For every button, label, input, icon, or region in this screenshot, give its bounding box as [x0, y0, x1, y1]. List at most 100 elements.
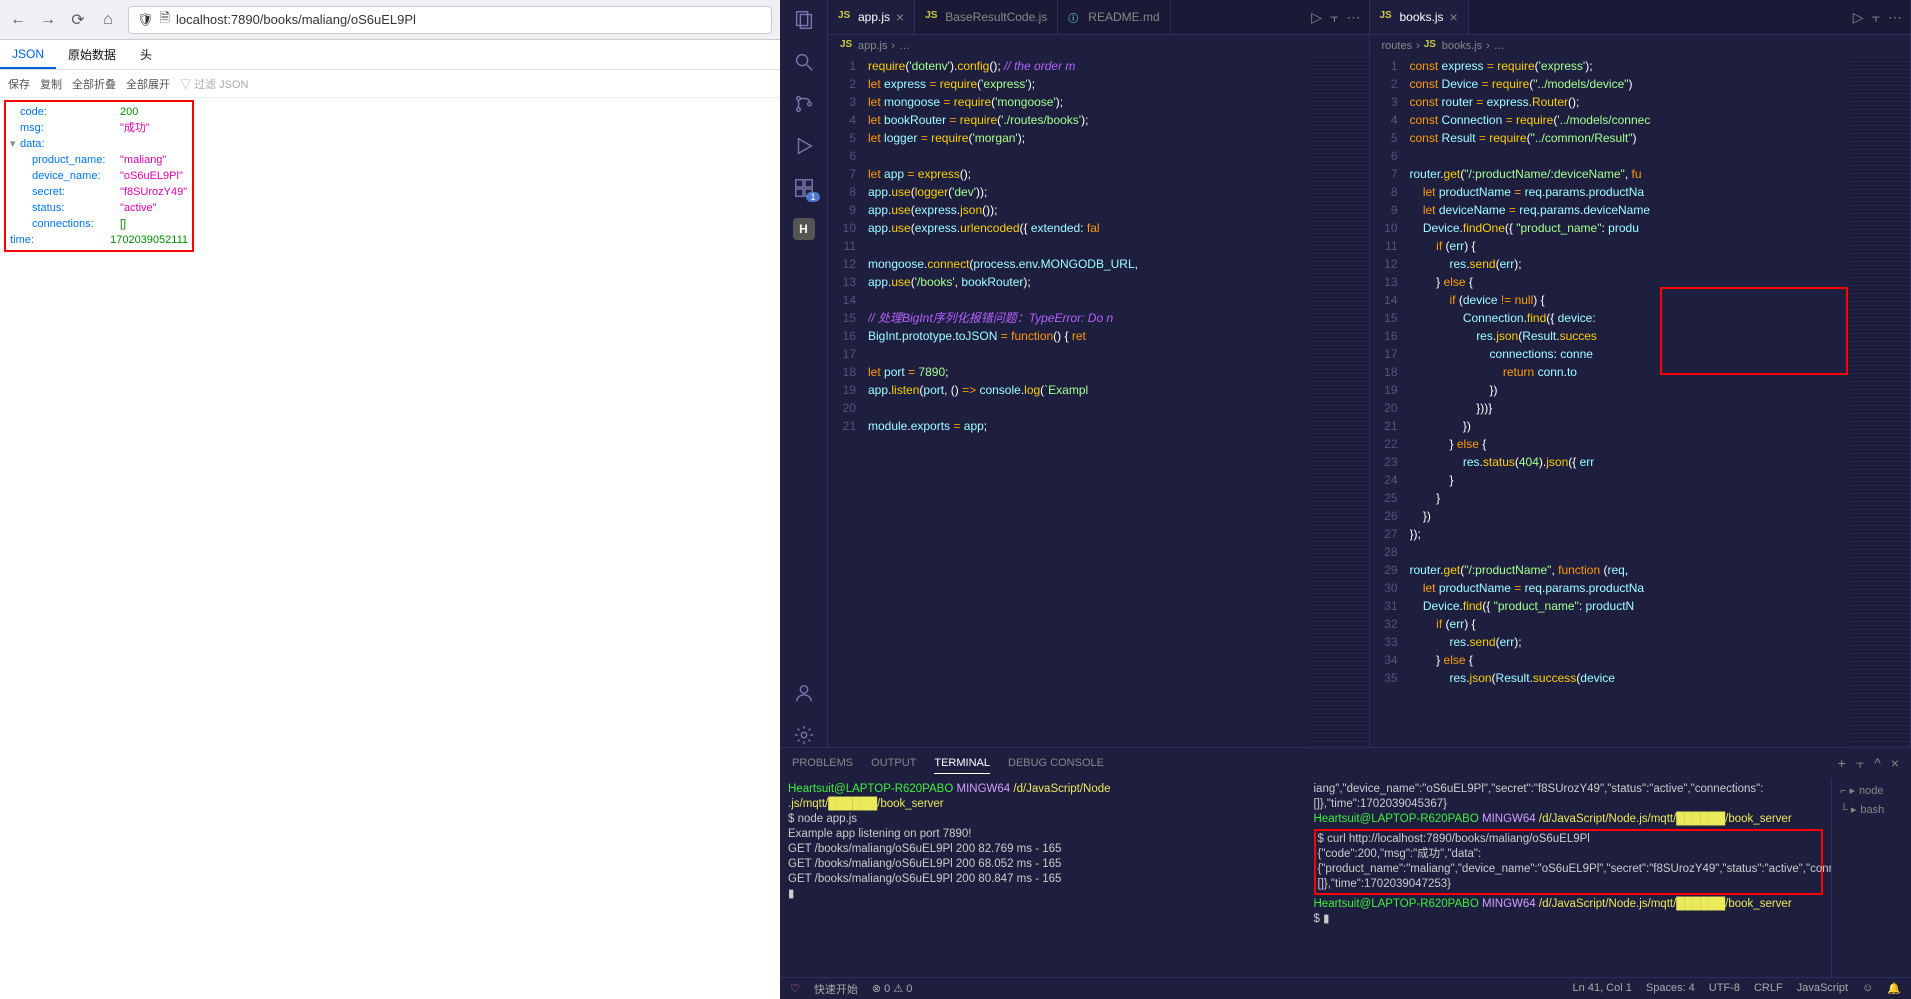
json-key: status:	[20, 200, 120, 216]
terminal-item-node[interactable]: ⌐ ▸ node	[1836, 782, 1907, 801]
json-value: "成功"	[120, 120, 150, 136]
code-area-2[interactable]: 1234567891011121314151617181920212223242…	[1370, 57, 1911, 747]
json-filter[interactable]: ▽ 过滤 JSON	[180, 76, 248, 92]
close-icon[interactable]: ×	[1450, 9, 1458, 25]
tab-README-md[interactable]: ⓘREADME.md	[1058, 0, 1170, 34]
status-quickstart[interactable]: 快速开始	[814, 981, 858, 997]
json-copy[interactable]: 复制	[40, 76, 62, 92]
split-editor-icon[interactable]: ⫟	[1330, 9, 1338, 26]
extensions-icon[interactable]	[792, 176, 816, 200]
terminal-1[interactable]: Heartsuit@LAPTOP-R620PABO MINGW64 /d/Jav…	[780, 778, 1306, 977]
file-icon: JS	[1380, 10, 1394, 24]
tab-label: README.md	[1088, 10, 1159, 24]
files-icon[interactable]	[792, 8, 816, 32]
subtab-headers[interactable]: 头	[128, 40, 164, 69]
tab-label: books.js	[1400, 10, 1444, 24]
split-terminal-icon[interactable]: ⫟	[1856, 755, 1864, 772]
gutter: 1234567891011121314151617181920212223242…	[1370, 57, 1410, 747]
subtab-raw[interactable]: 原始数据	[56, 40, 128, 69]
code-area-1[interactable]: 123456789101112131415161718192021 requir…	[828, 57, 1369, 747]
home-button[interactable]: ⌂	[98, 10, 118, 30]
tab-books-js[interactable]: JS books.js ×	[1370, 0, 1469, 34]
terminal-highlight-box: $ curl http://localhost:7890/books/malia…	[1314, 829, 1824, 895]
terminal-2[interactable]: iang","device_name":"oS6uEL9Pl","secret"…	[1306, 778, 1832, 977]
code-lines[interactable]: const express = require('express');const…	[1410, 57, 1851, 747]
panel-tab-output[interactable]: OUTPUT	[871, 753, 916, 773]
js-icon: JS	[1424, 39, 1438, 53]
search-icon[interactable]	[792, 50, 816, 74]
status-problems[interactable]: ⊗ 0 ⚠ 0	[872, 982, 912, 995]
json-body: code:200 msg:"成功" ▾data: product_name:"m…	[0, 98, 780, 999]
json-key[interactable]: data:	[20, 136, 120, 152]
tab-BaseResultCode-js[interactable]: JSBaseResultCode.js	[915, 0, 1058, 34]
status-encoding[interactable]: UTF-8	[1709, 982, 1740, 995]
maximize-panel-icon[interactable]: ^	[1874, 755, 1881, 772]
status-spaces[interactable]: Spaces: 4	[1646, 982, 1695, 995]
ellipsis-icon: …	[1494, 40, 1505, 52]
panel-tab-terminal[interactable]: TERMINAL	[934, 753, 990, 774]
new-terminal-icon[interactable]: +	[1838, 755, 1846, 772]
account-icon[interactable]	[792, 681, 816, 705]
json-collapse-all[interactable]: 全部折叠	[72, 76, 116, 92]
file-icon: JS	[925, 10, 939, 24]
panel-tab-debug[interactable]: DEBUG CONSOLE	[1008, 753, 1104, 773]
json-expand-all[interactable]: 全部展开	[126, 76, 170, 92]
status-eol[interactable]: CRLF	[1754, 982, 1783, 995]
json-key: device_name:	[20, 168, 120, 184]
heart-icon[interactable]: ♡	[790, 982, 800, 995]
more-icon[interactable]: ⋯	[1888, 9, 1902, 26]
json-key: secret:	[20, 184, 120, 200]
httpie-icon[interactable]: H	[793, 218, 815, 240]
more-icon[interactable]: ⋯	[1347, 9, 1361, 26]
terminal-item-bash[interactable]: └ ▸ bash	[1836, 801, 1907, 820]
editor-group-1: JSapp.js×JSBaseResultCode.jsⓘREADME.md▷⫟…	[828, 0, 1370, 747]
json-value: "f8SUrozY49"	[120, 184, 187, 200]
close-panel-icon[interactable]: ×	[1891, 755, 1899, 772]
url-bar[interactable]: 🛡 🗎 localhost:7890/books/maliang/oS6uEL9…	[128, 6, 772, 34]
shield-icon: 🛡	[137, 12, 154, 28]
run-icon[interactable]: ▷	[1311, 9, 1322, 26]
breadcrumb-file: books.js	[1442, 40, 1482, 52]
breadcrumb-2[interactable]: routes › JS books.js › …	[1370, 35, 1911, 57]
close-icon[interactable]: ×	[896, 9, 904, 25]
minimap[interactable]	[1309, 57, 1369, 747]
code-lines[interactable]: require('dotenv').config(); // the order…	[868, 57, 1309, 747]
url-text: localhost:7890/books/maliang/oS6uEL9Pl	[176, 12, 416, 27]
run-debug-icon[interactable]	[792, 134, 816, 158]
forward-button[interactable]: →	[38, 10, 58, 30]
json-highlight-box: code:200 msg:"成功" ▾data: product_name:"m…	[4, 100, 194, 252]
split-editor-icon[interactable]: ⫟	[1872, 9, 1880, 26]
source-control-icon[interactable]	[792, 92, 816, 116]
json-key: product_name:	[20, 152, 120, 168]
notifications-icon[interactable]: 🔔	[1887, 982, 1901, 995]
chevron-right-icon: ›	[891, 40, 895, 52]
json-value: []	[120, 216, 126, 232]
status-cursor[interactable]: Ln 41, Col 1	[1573, 982, 1632, 995]
reload-button[interactable]: ⟳	[68, 10, 88, 30]
breadcrumb-file: app.js	[858, 40, 887, 52]
json-key: msg:	[20, 120, 120, 136]
json-subtabs: JSON 原始数据 头	[0, 40, 780, 70]
json-key: code:	[20, 104, 120, 120]
js-icon: JS	[840, 39, 854, 53]
status-language[interactable]: JavaScript	[1797, 982, 1848, 995]
minimap[interactable]	[1850, 57, 1910, 747]
chevron-right-icon: ›	[1486, 40, 1490, 52]
json-value: 200	[120, 104, 138, 120]
json-value: "maliang"	[120, 152, 166, 168]
gear-icon[interactable]	[792, 723, 816, 747]
json-save[interactable]: 保存	[8, 76, 30, 92]
json-key: connections:	[20, 216, 120, 232]
json-key: time:	[10, 232, 110, 248]
breadcrumb-1[interactable]: JS app.js › …	[828, 35, 1369, 57]
json-value: "oS6uEL9Pl"	[120, 168, 183, 184]
subtab-json[interactable]: JSON	[0, 41, 56, 69]
panel-tab-problems[interactable]: PROBLEMS	[792, 753, 853, 773]
terminal-body[interactable]: Heartsuit@LAPTOP-R620PABO MINGW64 /d/Jav…	[780, 778, 1911, 977]
run-icon[interactable]: ▷	[1853, 9, 1864, 26]
back-button[interactable]: ←	[8, 10, 28, 30]
status-bar: ♡ 快速开始 ⊗ 0 ⚠ 0 Ln 41, Col 1 Spaces: 4 UT…	[780, 977, 1911, 999]
file-icon: JS	[838, 10, 852, 24]
feedback-icon[interactable]: ☺	[1862, 982, 1873, 995]
tab-app-js[interactable]: JSapp.js×	[828, 0, 915, 34]
